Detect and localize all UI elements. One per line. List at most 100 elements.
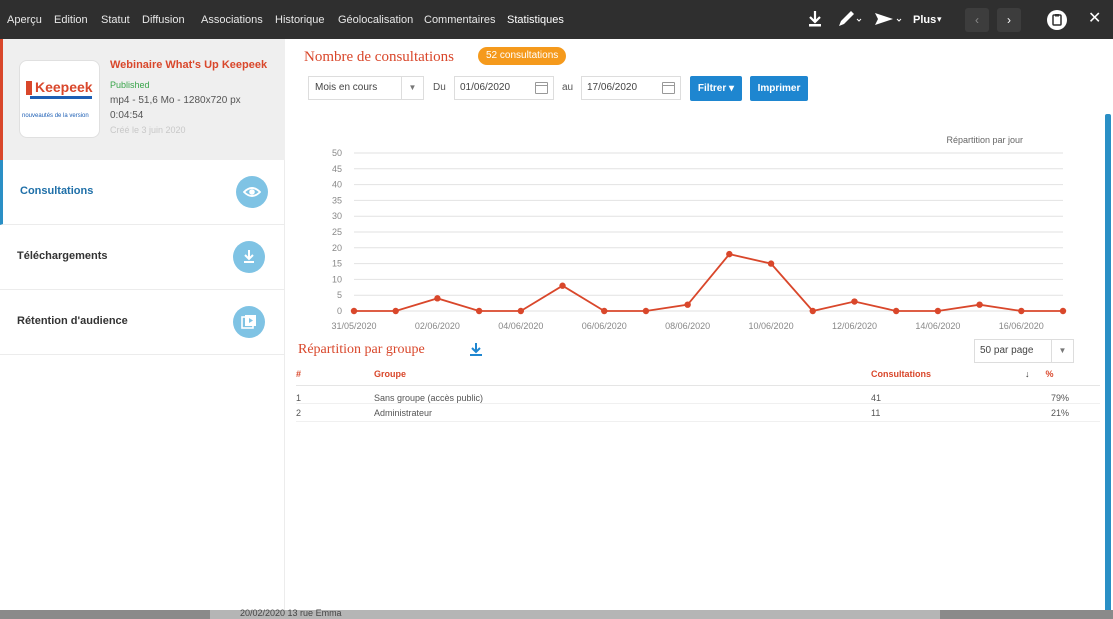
calendar-icon[interactable] xyxy=(535,82,548,94)
data-point xyxy=(1018,307,1025,315)
asset-metadata: mp4 - 51,6 Mo - 1280x720 px xyxy=(110,95,241,106)
data-point xyxy=(475,307,483,315)
daily-chart: Répartition par jour 0 5 10 15 20 25 30 35 40 45 50… xyxy=(286,129,1076,339)
asset-card: Keepeek nouveautés de la version Webinai… xyxy=(0,39,285,160)
data-point xyxy=(642,307,650,315)
chevron-down-icon: ▾ xyxy=(937,14,942,24)
statistics-content: Nombre de consultations 52 consultations… xyxy=(286,39,1113,610)
filter-button[interactable]: Filtrer ▾ xyxy=(690,76,742,101)
x-tick-label: 02/06/2020 xyxy=(415,321,460,331)
sidebar-item-telechargements[interactable]: Téléchargements xyxy=(0,225,285,290)
cell-group: Administrateur xyxy=(374,403,871,422)
cell-index: 2 xyxy=(296,403,374,422)
sidebar-item-label: Téléchargements xyxy=(17,250,108,262)
period-select-value: Mois en cours xyxy=(315,82,378,93)
column-header-index[interactable]: # xyxy=(296,369,374,386)
eye-icon xyxy=(236,176,268,208)
table-row[interactable]: 1 Sans groupe (accès public) 41 79% xyxy=(296,385,1100,404)
thumbnail-caption: nouveautés de la version xyxy=(22,113,89,119)
chevron-right-icon[interactable]: › xyxy=(997,8,1021,32)
sort-arrow-down-icon[interactable]: ↓ xyxy=(1025,369,1030,379)
calendar-icon[interactable] xyxy=(662,82,675,94)
tab-statut[interactable]: Statut xyxy=(101,13,130,27)
data-point xyxy=(350,307,358,315)
tab-geolocalisation[interactable]: Géolocalisation xyxy=(338,13,413,27)
from-date-input[interactable]: 01/06/2020 xyxy=(454,76,554,100)
period-select[interactable]: Mois en cours ▼ xyxy=(308,76,424,100)
cell-percent: 21% xyxy=(1025,403,1100,422)
cell-count: 41 xyxy=(871,385,1025,404)
data-point xyxy=(726,250,733,258)
asset-thumbnail[interactable]: Keepeek nouveautés de la version xyxy=(19,60,100,138)
pencil-icon[interactable] xyxy=(836,9,862,34)
logo-underline xyxy=(30,96,92,99)
data-point xyxy=(934,307,942,315)
x-tick-label: 10/06/2020 xyxy=(749,321,794,331)
data-point xyxy=(892,307,900,315)
tab-statistiques[interactable]: Statistiques xyxy=(507,13,564,27)
data-point xyxy=(684,301,691,308)
plus-menu[interactable]: Plus xyxy=(913,14,936,26)
data-point xyxy=(976,301,983,308)
series-line xyxy=(354,253,1063,312)
x-tick-label: 31/05/2020 xyxy=(331,321,376,331)
clipboard-icon[interactable] xyxy=(1046,9,1068,36)
download-icon[interactable] xyxy=(807,9,823,34)
x-tick-label: 06/06/2020 xyxy=(582,321,627,331)
sidebar-item-retention[interactable]: Rétention d'audience xyxy=(0,290,285,355)
table-row[interactable]: 2 Administrateur 11 21% xyxy=(296,403,1100,422)
logo-flag-icon xyxy=(26,81,32,95)
print-button[interactable]: Imprimer xyxy=(750,76,808,101)
chevron-down-icon: ▾ xyxy=(729,83,735,94)
y-tick-label: 20 xyxy=(332,243,342,253)
groups-table: # Groupe Consultations ↓% 1 Sans groupe … xyxy=(296,369,1100,422)
thumbnail-logo: Keepeek xyxy=(35,79,93,95)
tab-associations[interactable]: Associations xyxy=(201,13,263,27)
cell-index: 1 xyxy=(296,385,374,404)
y-tick-label: 50 xyxy=(332,148,342,158)
export-download-icon[interactable] xyxy=(469,342,483,363)
statistics-panel: Keepeek nouveautés de la version Webinai… xyxy=(0,39,1113,614)
column-header-consultations-label: Consultations xyxy=(871,369,931,379)
tab-apercu[interactable]: Aperçu xyxy=(7,13,42,27)
asset-title: Webinaire What's Up Keepeek xyxy=(110,59,268,71)
tab-commentaires[interactable]: Commentaires xyxy=(424,13,496,27)
per-page-select[interactable]: 50 par page ▼ xyxy=(974,339,1074,363)
table-header-row: # Groupe Consultations ↓% xyxy=(296,369,1100,386)
y-tick-label: 45 xyxy=(332,164,342,174)
sidebar-item-label: Rétention d'audience xyxy=(17,315,128,327)
chevron-left-icon[interactable]: ‹ xyxy=(965,8,989,32)
consultations-badge: 52 consultations xyxy=(478,47,567,65)
y-tick-label: 30 xyxy=(332,211,342,221)
chart-title: Répartition par jour xyxy=(946,135,1023,145)
column-header-group[interactable]: Groupe xyxy=(374,369,871,386)
tab-diffusion[interactable]: Diffusion xyxy=(142,13,185,27)
line-chart: Répartition par jour 0 5 10 15 20 25 30 35 40 45 50… xyxy=(331,135,1067,331)
data-point xyxy=(1059,307,1067,315)
play-icon xyxy=(233,306,265,338)
group-section-title: Répartition par groupe xyxy=(298,342,425,357)
download-icon xyxy=(233,241,265,273)
scrollbar[interactable] xyxy=(1105,114,1111,614)
column-header-percent[interactable]: ↓% xyxy=(1025,369,1100,386)
column-header-consultations[interactable]: Consultations xyxy=(871,369,1025,386)
tab-historique[interactable]: Historique xyxy=(275,13,325,27)
to-date-value: 17/06/2020 xyxy=(587,82,638,93)
cell-group: Sans groupe (accès public) xyxy=(374,385,871,404)
y-tick-label: 40 xyxy=(332,180,342,190)
data-point xyxy=(392,307,399,315)
asset-duration: 0:04:54 xyxy=(110,110,144,121)
close-icon[interactable]: ✕ xyxy=(1088,10,1101,28)
y-tick-label: 0 xyxy=(337,306,342,316)
data-point xyxy=(434,295,441,302)
data-point xyxy=(601,307,608,315)
x-tick-label: 14/06/2020 xyxy=(915,321,960,331)
chevron-down-icon: ▼ xyxy=(401,77,423,99)
tab-edition[interactable]: Edition xyxy=(54,13,88,27)
send-icon[interactable] xyxy=(873,9,903,34)
to-date-input[interactable]: 17/06/2020 xyxy=(581,76,681,100)
asset-sidebar: Keepeek nouveautés de la version Webinai… xyxy=(0,39,285,610)
data-point xyxy=(851,298,858,305)
to-label: au xyxy=(562,82,574,93)
sidebar-item-consultations[interactable]: Consultations xyxy=(0,160,285,225)
